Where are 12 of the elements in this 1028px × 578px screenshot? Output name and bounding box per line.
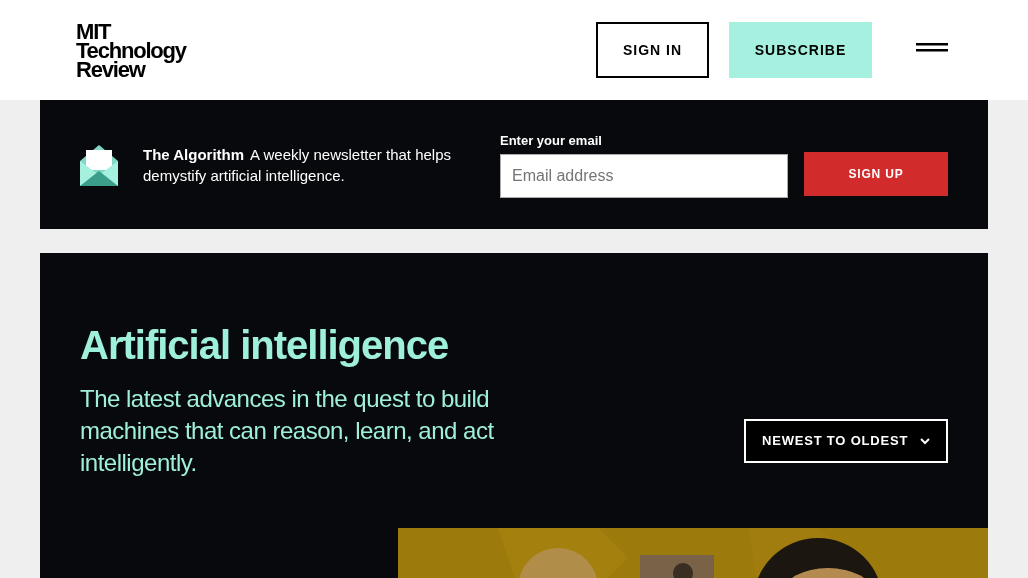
newsletter-description: The Algorithm A weekly newsletter that helps demystify artificial intelligence. [143, 144, 453, 186]
subscribe-button[interactable]: SUBSCRIBE [729, 22, 872, 78]
sort-dropdown[interactable]: NEWEST TO OLDEST [744, 419, 948, 463]
chevron-icon [920, 437, 930, 445]
sign-up-button[interactable]: SIGN UP [804, 152, 948, 196]
sign-in-button[interactable]: SIGN IN [596, 22, 709, 78]
email-label: Enter your email [500, 131, 603, 150]
logo[interactable]: MIT Technology Review [76, 21, 186, 79]
email-field[interactable]: Email address [500, 154, 788, 199]
topic-description: The latest advances in the quest to build machines that can reason, learn, and act intelligently. [80, 384, 495, 478]
envelope-icon [80, 143, 118, 186]
page-title: Artificial intelligence [80, 322, 450, 369]
